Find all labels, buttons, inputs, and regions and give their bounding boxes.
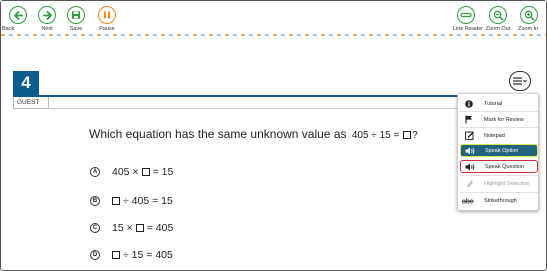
user-label: GUEST [13, 97, 49, 109]
option-text-post: ÷ 405 = 15 [123, 195, 173, 207]
arrow-right-icon [38, 6, 56, 24]
save-label: Save [69, 26, 83, 32]
zoom-out-label: Zoom Out [485, 26, 511, 32]
option-letter: D [90, 250, 100, 260]
line-reader-icon [457, 6, 475, 24]
option-text-post: = 15 [152, 166, 174, 178]
menu-item-tutorial[interactable]: Tutorial [460, 97, 538, 110]
option-text-post: = 405 [146, 222, 174, 234]
notepad-icon [462, 131, 476, 140]
unknown-box [403, 131, 412, 139]
menu-item-notepad[interactable]: Notepad [460, 129, 538, 142]
unknown-box [112, 251, 120, 259]
back-label: Back [2, 26, 15, 32]
back-button[interactable]: Back [2, 6, 31, 32]
question-header-rule [13, 95, 534, 97]
menu-item-label: Highlight Selection [484, 180, 530, 187]
next-button[interactable]: Next [34, 6, 60, 32]
menu-item-label: Speak Option [485, 147, 519, 154]
option-letter: C [90, 223, 100, 233]
menu-item-strikethrough[interactable]: abc Strikethrough [460, 194, 538, 207]
option-text-pre: 405 × [112, 166, 139, 178]
option-letter: B [90, 196, 100, 206]
zoom-out-icon [489, 6, 507, 24]
zoom-in-icon [520, 6, 538, 24]
context-menu-button[interactable] [509, 71, 531, 91]
speaker-icon [463, 147, 477, 155]
menu-divider [460, 192, 538, 193]
stem-text: Which equation has the same unknown valu… [89, 127, 347, 141]
stem-equation-left: 405 ÷ 15 = [351, 130, 400, 141]
answer-option-a[interactable]: A 405 × = 15 [90, 166, 173, 178]
unknown-box [141, 168, 150, 176]
menu-item-mark-for-review[interactable]: Mark for Review [460, 113, 538, 126]
answer-option-d[interactable]: D ÷ 15 = 405 [90, 249, 173, 261]
pause-icon [98, 6, 116, 24]
floppy-disk-icon [67, 6, 85, 24]
menu-item-speak-question[interactable]: Speak Question [460, 160, 538, 173]
info-icon [462, 99, 476, 108]
pause-label: Pause [99, 26, 115, 32]
answer-option-b[interactable]: B ÷ 405 = 15 [90, 195, 173, 207]
flag-icon [462, 115, 476, 124]
stem-equation-right: ? [412, 130, 418, 141]
save-button[interactable]: Save [63, 6, 89, 32]
pause-button[interactable]: Pause [94, 6, 120, 32]
question-number: 4 [13, 71, 39, 95]
menu-item-speak-option[interactable]: Speak Option [460, 144, 538, 157]
menu-item-label: Tutorial [484, 100, 503, 107]
arrow-left-icon [9, 6, 27, 24]
option-letter: A [90, 167, 100, 177]
next-label: Next [41, 26, 53, 32]
zoom-out-button[interactable]: Zoom Out [485, 6, 511, 32]
option-text-post: ÷ 15 = 405 [123, 249, 173, 261]
stem-equation: 405 ÷ 15 = ? [352, 130, 418, 141]
menu-divider [460, 111, 538, 112]
speaker-icon [463, 163, 477, 171]
menu-item-highlight-selection: Highlight Selection [460, 177, 538, 190]
line-reader-label: Line Reader [453, 26, 483, 32]
unknown-box [135, 224, 144, 232]
option-text-pre: 15 × [112, 222, 133, 234]
line-reader-button[interactable]: Line Reader [453, 6, 483, 32]
context-menu: Tutorial Mark for Review Notepad Speak O… [457, 93, 539, 211]
answer-option-c[interactable]: C 15 × = 405 [90, 222, 173, 234]
toolbar-divider [1, 34, 546, 36]
zoom-in-label: Zoom In [518, 26, 539, 32]
menu-item-label: Strikethrough [484, 197, 517, 204]
highlighter-icon [462, 179, 476, 188]
question-stem: Which equation has the same unknown valu… [89, 127, 418, 141]
svg-text:abc: abc [462, 198, 474, 205]
menu-divider [460, 175, 538, 176]
header-divider [49, 108, 461, 109]
menu-item-label: Notepad [484, 132, 505, 139]
toolbar: Back Next Save Pause Line Reader Zoom Ou… [1, 1, 546, 35]
unknown-box [112, 197, 120, 205]
strikethrough-icon: abc [462, 197, 476, 205]
zoom-in-button[interactable]: Zoom In [516, 6, 542, 32]
menu-divider [460, 127, 538, 128]
menu-item-label: Speak Question [485, 163, 525, 170]
menu-item-label: Mark for Review [484, 116, 524, 123]
hamburger-chevron-icon [513, 77, 527, 85]
